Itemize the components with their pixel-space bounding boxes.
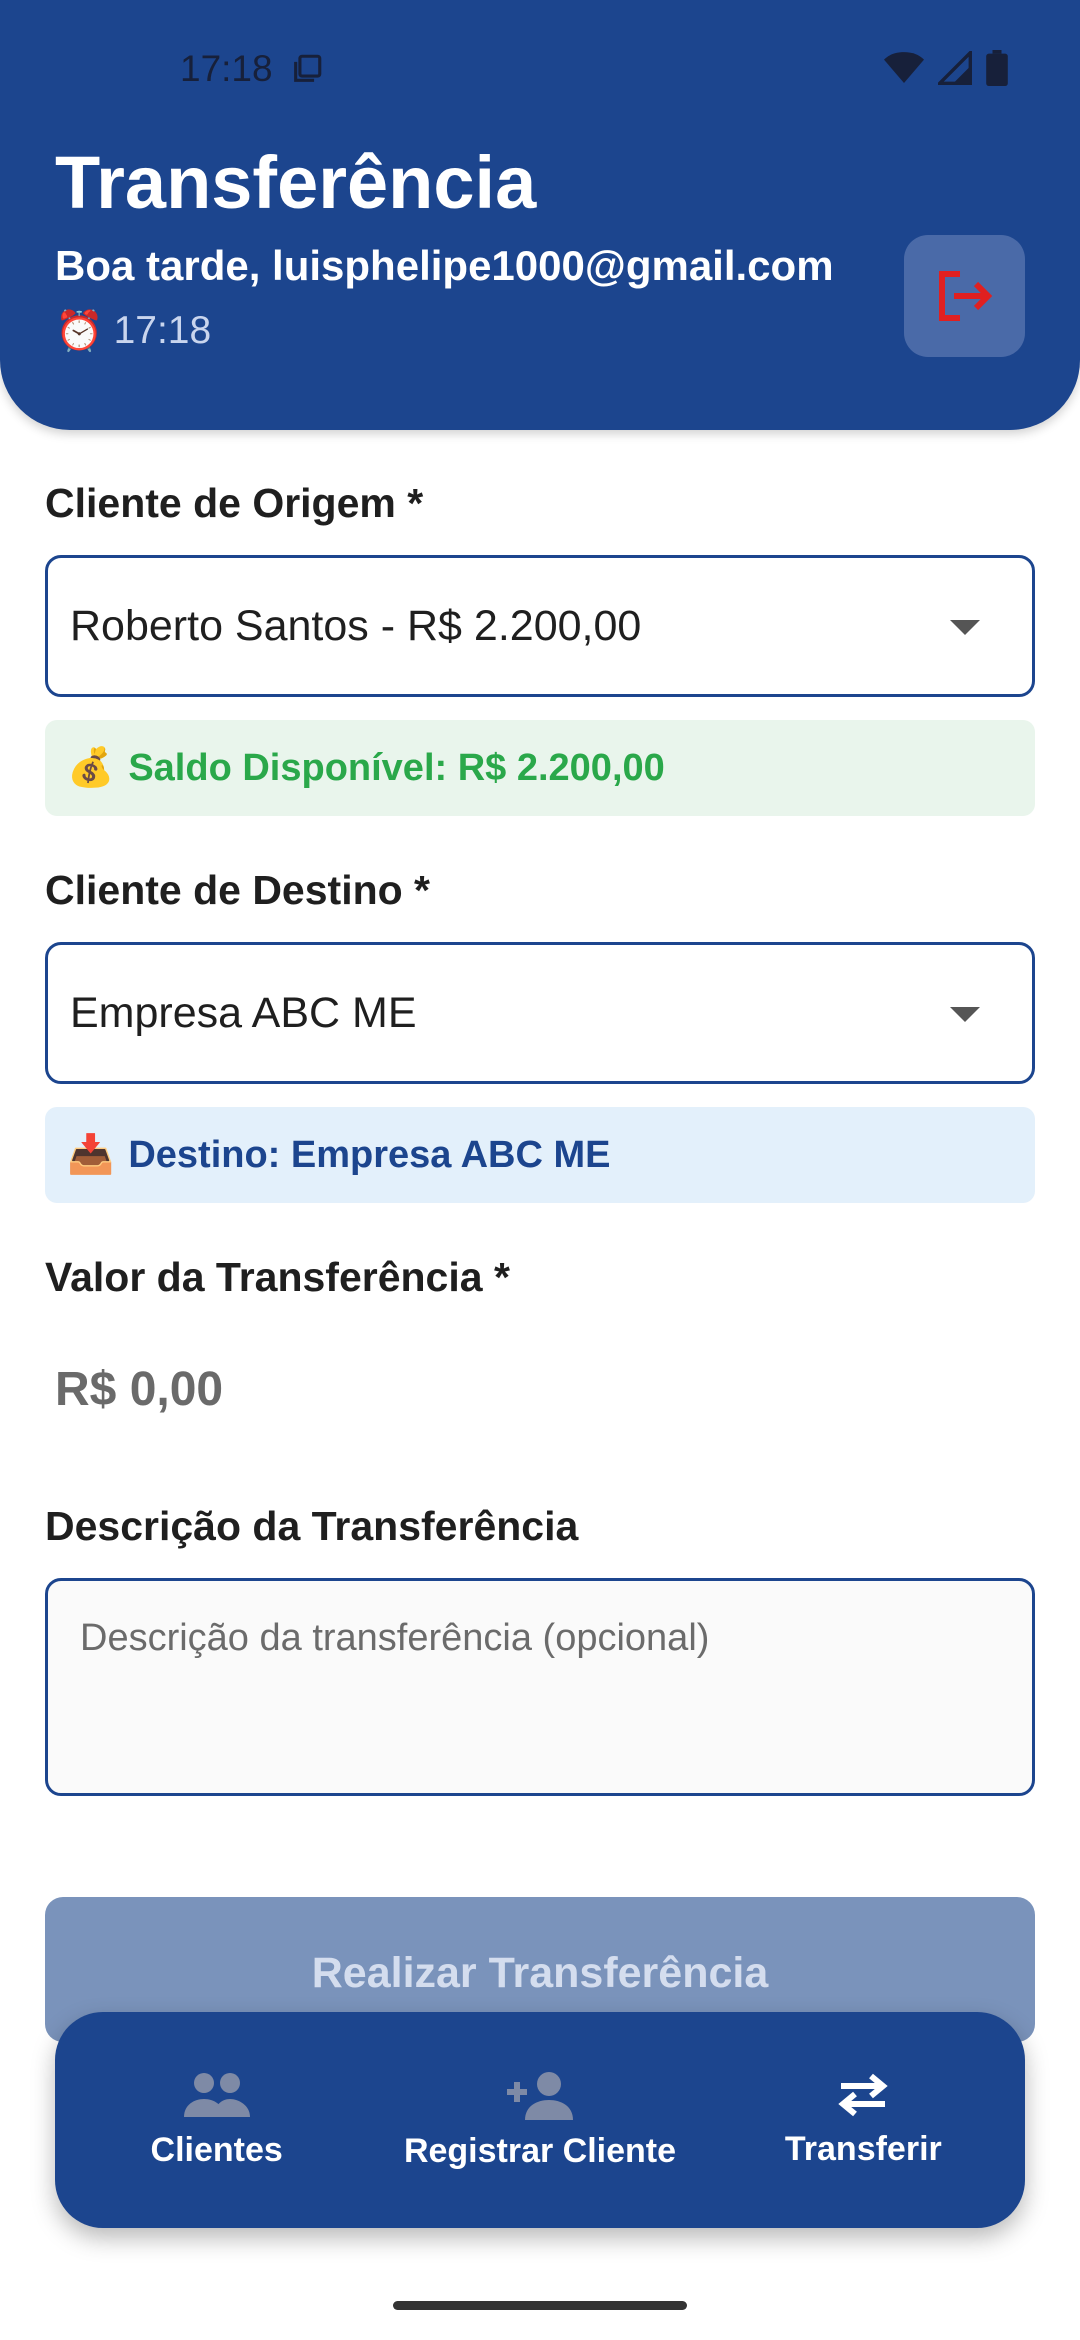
- copy-icon: [294, 54, 322, 82]
- amount-input[interactable]: R$ 0,00: [55, 1362, 223, 1417]
- clock-row: ⏰ 17:18: [55, 308, 211, 354]
- destination-client-label: Cliente de Destino *: [45, 867, 431, 913]
- origin-client-value: Roberto Santos - R$ 2.200,00: [70, 601, 642, 650]
- destination-info-box: 📥 Destino: Empresa ABC ME: [45, 1107, 1035, 1203]
- swap-icon: [838, 2073, 888, 2116]
- wifi-icon: [884, 52, 924, 83]
- dropdown-arrow-icon: [950, 620, 980, 635]
- app-header: 17:18 Transferência Boa tarde, luispheli…: [0, 0, 1080, 430]
- origin-client-select[interactable]: Roberto Santos - R$ 2.200,00: [45, 555, 1035, 697]
- status-icons: [884, 50, 1008, 86]
- origin-client-label: Cliente de Origem *: [45, 480, 424, 526]
- nav-label-clients: Clientes: [150, 2130, 283, 2169]
- destination-client-select[interactable]: Empresa ABC ME: [45, 942, 1035, 1084]
- logout-icon: [938, 271, 992, 321]
- nav-label-transfer: Transferir: [784, 2129, 942, 2168]
- signal-icon: [938, 51, 972, 85]
- available-balance-text: Saldo Disponível: R$ 2.200,00: [128, 746, 665, 789]
- nav-item-transfer[interactable]: Transferir: [702, 2012, 1025, 2228]
- people-icon: [183, 2072, 250, 2117]
- money-bag-icon: 💰: [67, 747, 115, 789]
- nav-item-clients[interactable]: Clientes: [55, 2012, 378, 2228]
- home-indicator[interactable]: [393, 2301, 687, 2310]
- clock-time: 17:18: [113, 309, 212, 352]
- bottom-navigation: Clientes Registrar Cliente Transferir: [55, 2012, 1025, 2228]
- battery-icon: [986, 50, 1008, 86]
- destination-client-value: Empresa ABC ME: [70, 988, 417, 1037]
- alarm-clock-icon: ⏰: [55, 310, 104, 353]
- nav-label-register-client: Registrar Cliente: [403, 2131, 677, 2170]
- description-placeholder: Descrição da transferência (opcional): [80, 1617, 710, 1659]
- page-title: Transferência: [55, 141, 537, 224]
- destination-info-text: Destino: Empresa ABC ME: [128, 1133, 611, 1176]
- description-textarea[interactable]: Descrição da transferência (opcional): [45, 1578, 1035, 1796]
- nav-item-register-client[interactable]: Registrar Cliente: [378, 2012, 701, 2228]
- status-time: 17:18: [180, 48, 273, 89]
- dropdown-arrow-icon: [950, 1007, 980, 1022]
- inbox-tray-icon: 📥: [67, 1134, 115, 1176]
- person-add-icon: [506, 2071, 573, 2120]
- available-balance-box: 💰 Saldo Disponível: R$ 2.200,00: [45, 720, 1035, 816]
- greeting-text: Boa tarde, luisphelipe1000@gmail.com: [55, 242, 834, 289]
- description-label: Descrição da Transferência: [45, 1503, 579, 1549]
- amount-label: Valor da Transferência *: [45, 1254, 510, 1300]
- logout-button[interactable]: [904, 235, 1025, 357]
